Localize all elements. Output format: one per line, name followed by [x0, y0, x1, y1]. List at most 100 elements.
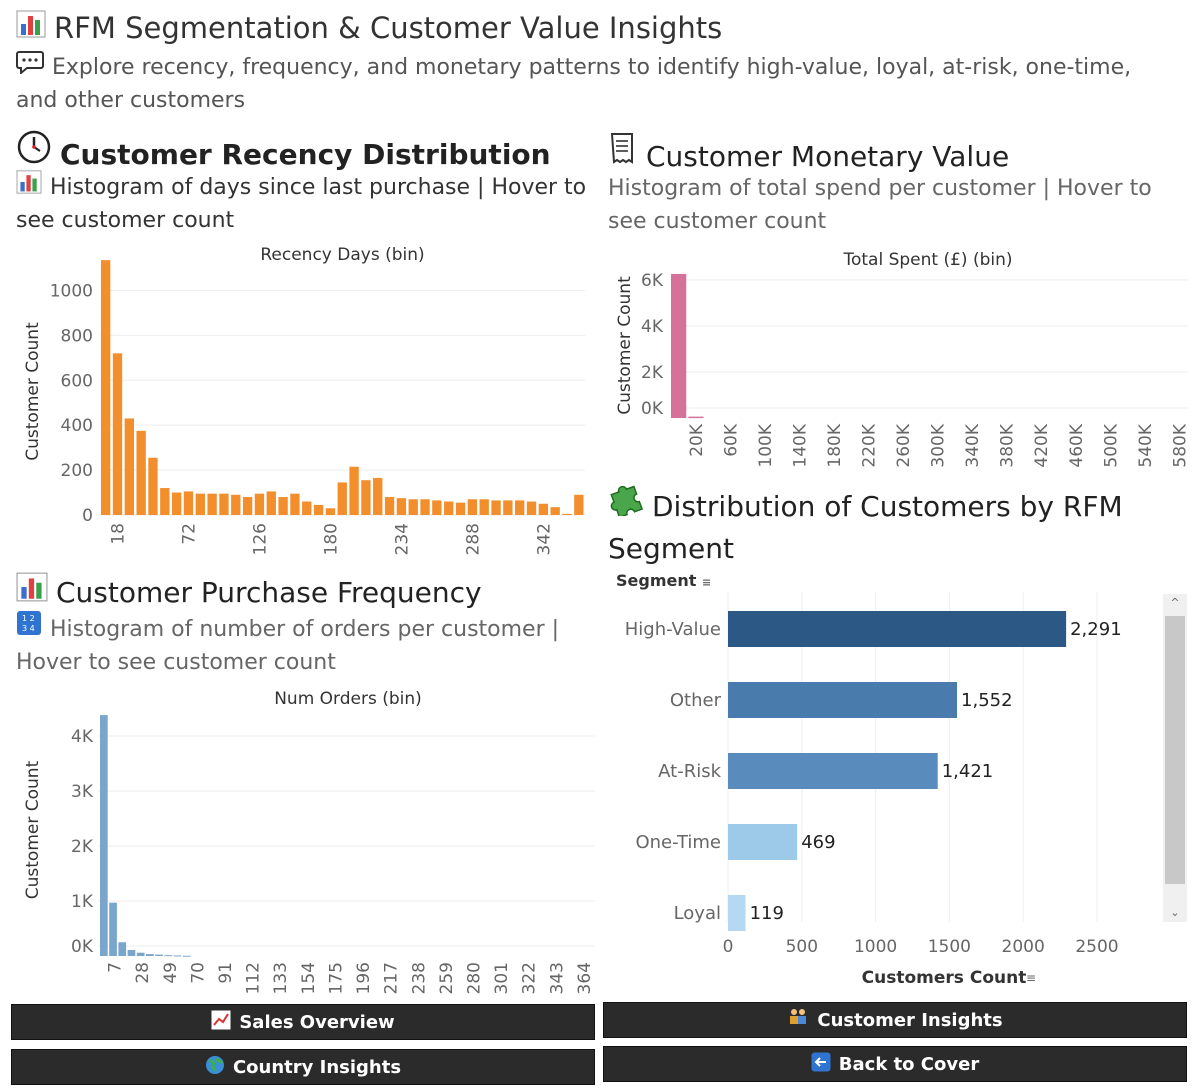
page-subtitle: Explore recency, frequency, and monetary… [16, 50, 1176, 117]
globe-icon [205, 1055, 225, 1080]
x-tick-label: 2000 [1002, 937, 1045, 957]
x-axis-title: Total Spent (£) (bin) [842, 250, 1012, 270]
sort-icon: ≡ [1026, 971, 1036, 985]
x-tick-label: 288 [464, 523, 484, 555]
segment-bar [728, 611, 1067, 647]
histogram-bar [515, 500, 525, 515]
customer-insights-button[interactable]: Customer Insights [603, 1002, 1187, 1038]
svg-text:3 4: 3 4 [22, 624, 35, 633]
scroll-up-icon[interactable]: ^ [1163, 594, 1187, 612]
histogram-bar [101, 260, 111, 515]
histogram-bar [384, 497, 395, 515]
recency-histogram[interactable]: Recency Days (bin) Customer Count 0 200 400 6… [0, 240, 600, 560]
histogram-bar [349, 466, 359, 515]
histogram-bar [146, 954, 154, 956]
x-tick-label: 20K [687, 423, 707, 457]
x-tick-label: 7 [106, 962, 126, 973]
country-insights-button[interactable]: Country Insights [11, 1049, 595, 1085]
y-axis-title: Customer Count [23, 322, 43, 461]
y-tick-label: 2K [641, 363, 664, 383]
x-tick-label: 0 [723, 937, 734, 957]
x-tick-label: 234 [393, 523, 413, 555]
scroll-thumb[interactable] [1165, 616, 1185, 884]
histogram-bar [550, 507, 560, 515]
bar-chart-icon [16, 572, 48, 609]
y-tick-label: 0K [641, 399, 664, 419]
data-label: 1,552 [961, 690, 1013, 711]
histogram-bar [136, 952, 145, 956]
category-label: At-Risk [658, 761, 721, 782]
recency-subtitle: Histogram of days since last purchase | … [16, 170, 596, 237]
x-tick-label: 322 [520, 962, 540, 994]
scroll-down-icon[interactable]: ⌄ [1163, 904, 1187, 922]
y-tick-label: 6K [641, 271, 664, 291]
histogram-bar [361, 480, 371, 515]
category-label: Loyal [674, 903, 721, 924]
histogram-bar [100, 715, 108, 956]
histogram-bar [160, 488, 170, 515]
x-tick-label: 342 [535, 523, 555, 555]
histogram-bar [109, 902, 117, 956]
histogram-bar [290, 493, 300, 515]
histogram-bar [302, 501, 312, 515]
histogram-bar [467, 499, 478, 515]
x-tick-label: 580K [1170, 423, 1190, 467]
monetary-histogram[interactable]: Total Spent (£) (bin) Customer Count 0K 2K 4… [600, 245, 1198, 470]
data-label: 119 [750, 903, 784, 924]
people-icon [787, 1008, 809, 1033]
histogram-bar [671, 273, 687, 418]
y-axis-title: Customer Count [615, 276, 635, 415]
histogram-bar [182, 955, 191, 957]
histogram-bar [491, 500, 501, 515]
histogram-bar [562, 513, 572, 515]
histogram-bar [173, 955, 182, 957]
x-tick-label: 301 [492, 962, 512, 994]
x-tick-label: 460K [1067, 423, 1087, 467]
histogram-bar [266, 491, 276, 515]
x-tick-label: 18 [109, 523, 129, 545]
x-tick-label: 259 [437, 962, 457, 994]
x-tick-label: 343 [547, 962, 567, 994]
segment-scrollbar[interactable]: ^ ⌄ [1163, 594, 1187, 922]
sort-icon[interactable]: ≡ [702, 576, 711, 589]
histogram-bar [183, 491, 194, 515]
x-tick-label: 540K [1136, 423, 1156, 467]
segment-bar [728, 753, 938, 789]
x-tick-label: 2500 [1075, 937, 1118, 957]
x-tick-label: 133 [271, 962, 291, 994]
segment-title: Distribution of Customers by RFM Segment [608, 482, 1188, 570]
x-tick-label: 1000 [854, 937, 897, 957]
histogram-bar [112, 353, 123, 515]
segment-field-label[interactable]: Segment ≡ [616, 571, 711, 590]
x-tick-label: 154 [299, 962, 319, 994]
monetary-subtitle: Histogram of total spend per customer | … [608, 176, 1152, 234]
puzzle-icon [608, 482, 644, 528]
left-arrow-icon [811, 1052, 831, 1077]
segment-bar-chart[interactable]: 0 500 1000 1500 2000 2500 Customers Count ≡ High… [600, 592, 1198, 992]
histogram-bar [396, 498, 407, 515]
y-tick-label: 400 [61, 416, 93, 436]
y-tick-label: 1K [71, 892, 94, 912]
frequency-histogram[interactable]: Num Orders (bin) Customer Count 0K 1K 2K 3K 4K… [0, 680, 600, 1000]
x-tick-label: 1500 [928, 937, 971, 957]
x-tick-label: 500 [786, 937, 818, 957]
x-tick-label: 260K [894, 423, 914, 467]
x-axis-title: Recency Days (bin) [260, 245, 424, 265]
histogram-bar [254, 493, 265, 515]
sales-overview-button[interactable]: Sales Overview [11, 1004, 595, 1040]
x-tick-label: 72 [180, 523, 200, 545]
x-axis-title: Num Orders (bin) [274, 689, 422, 709]
bar-chart-icon [16, 10, 46, 45]
y-tick-label: 0 [82, 506, 93, 526]
recency-title: Customer Recency Distribution [16, 130, 551, 171]
y-tick-label: 200 [61, 461, 93, 481]
y-tick-label: 3K [71, 782, 94, 802]
category-label: One-Time [635, 832, 721, 853]
histogram-bar [420, 499, 430, 515]
histogram-bar [688, 416, 704, 419]
back-to-cover-button[interactable]: Back to Cover [603, 1046, 1187, 1082]
frequency-title: Customer Purchase Frequency [16, 572, 482, 609]
histogram-bar [219, 493, 229, 515]
x-tick-label: 220K [860, 423, 880, 467]
histogram-bar [127, 949, 136, 956]
